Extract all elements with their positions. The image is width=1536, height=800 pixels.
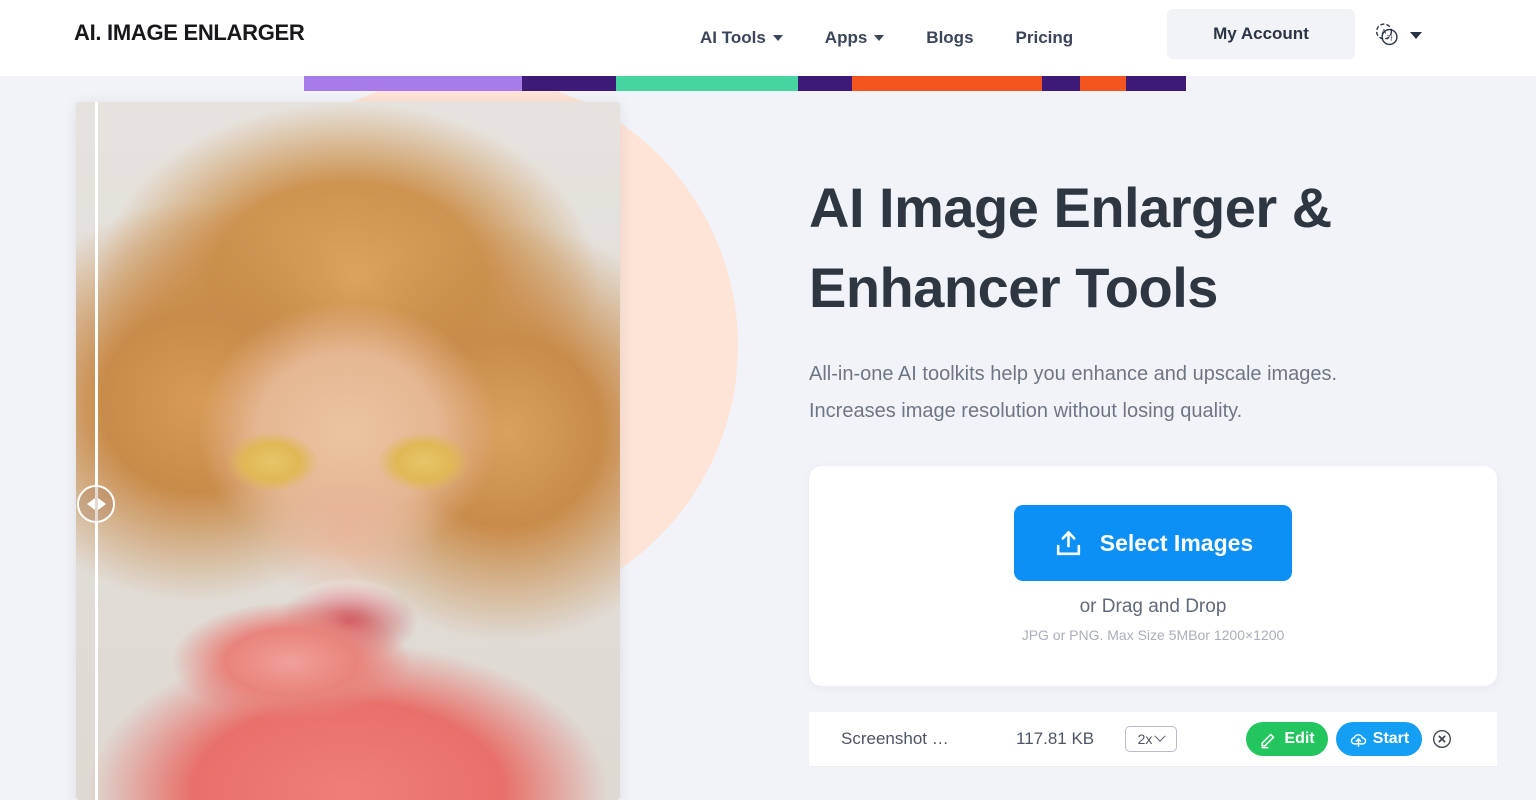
page-title: AI Image Enlarger & Enhancer Tools: [809, 168, 1509, 328]
page-subtitle-line1: All-in-one AI toolkits help you enhance …: [809, 363, 1338, 385]
select-images-button[interactable]: Select Images: [1014, 505, 1292, 581]
edit-label: Edit: [1284, 730, 1315, 747]
nav-item-blogs[interactable]: Blogs: [926, 28, 973, 48]
page-title-line2: Enhancer Tools: [809, 256, 1218, 319]
triangle-left-icon: [86, 498, 95, 510]
nav-label-pricing: Pricing: [1015, 28, 1074, 47]
file-list-row: Screenshot … 117.81 KB 2x Edit Start: [809, 712, 1497, 767]
nav-item-apps[interactable]: Apps: [825, 28, 885, 48]
page-subtitle: All-in-one AI toolkits help you enhance …: [809, 356, 1509, 430]
chevron-down-icon: [1410, 31, 1422, 39]
language-switcher[interactable]: A 가: [1372, 20, 1422, 50]
select-images-label: Select Images: [1099, 529, 1254, 556]
accepted-formats-text: JPG or PNG. Max Size 5MBor 1200×1200: [1021, 627, 1285, 643]
chevron-down-icon: [874, 35, 885, 41]
start-button[interactable]: Start: [1336, 722, 1422, 756]
scale-factor-value: 2x: [1137, 731, 1153, 747]
site-logo[interactable]: AI. IMAGE ENLARGER: [74, 20, 305, 46]
compare-slider-line: [95, 102, 98, 800]
my-account-button[interactable]: My Account: [1167, 9, 1355, 59]
nav-item-ai-tools[interactable]: AI Tools: [700, 28, 783, 48]
cloud-upload-icon: [1350, 733, 1366, 747]
chevron-down-icon: [772, 35, 783, 41]
svg-text:가: 가: [1386, 33, 1393, 42]
upload-dropzone-card[interactable]: Select Images or Drag and Drop JPG or PN…: [809, 466, 1497, 686]
nav-item-pricing[interactable]: Pricing: [1016, 28, 1074, 48]
nav-label-blogs: Blogs: [926, 28, 974, 47]
main-navigation: AI Tools Apps Blogs Pricing: [700, 0, 1073, 76]
nav-label-ai-tools: AI Tools: [700, 28, 766, 47]
file-size: 117.81 KB: [1016, 729, 1095, 748]
preview-photo: [76, 102, 620, 800]
image-compare-preview[interactable]: [76, 102, 620, 800]
file-name: Screenshot …: [841, 729, 949, 748]
upload-icon: [1056, 530, 1080, 555]
decorative-color-strip: [304, 76, 1186, 91]
nav-label-apps: Apps: [824, 28, 868, 47]
close-circle-icon[interactable]: [1432, 729, 1452, 749]
language-translate-icon: A 가: [1375, 23, 1398, 46]
pencil-icon: [1261, 733, 1275, 748]
scale-factor-select[interactable]: 2x: [1125, 726, 1177, 752]
drag-and-drop-text: or Drag and Drop: [1079, 596, 1227, 617]
site-header: AI. IMAGE ENLARGER AI Tools Apps Blogs P…: [0, 0, 1536, 76]
page-title-line1: AI Image Enlarger &: [809, 176, 1332, 239]
compare-slider-handle[interactable]: [77, 485, 115, 523]
page-subtitle-line2: Increases image resolution without losin…: [809, 400, 1243, 422]
triangle-right-icon: [97, 498, 106, 510]
start-label: Start: [1372, 730, 1410, 747]
edit-button[interactable]: Edit: [1246, 722, 1328, 756]
chevron-down-icon: [1154, 730, 1167, 742]
